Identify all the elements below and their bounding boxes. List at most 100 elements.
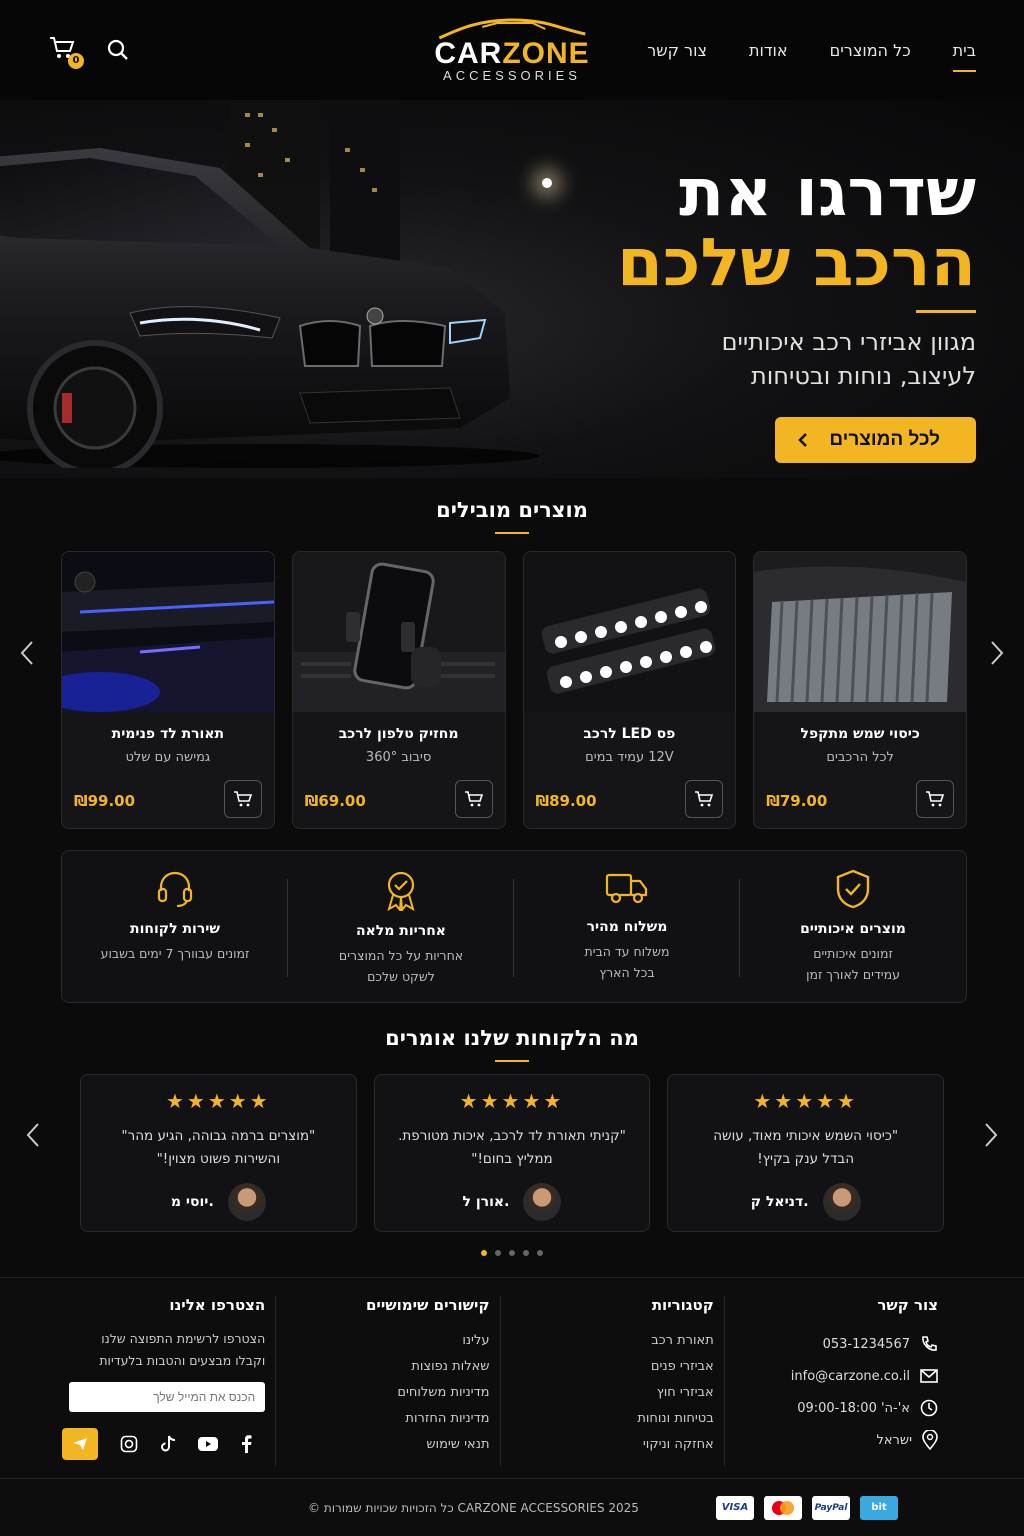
product-card[interactable]: כיסוי שמש מתקפל לכל הרכבים ₪79.00	[753, 551, 967, 829]
footer-link[interactable]: מדיניות משלוחים	[286, 1380, 489, 1406]
product-card[interactable]: מחזיק טלפון לרכב סיבוב 360° ₪69.00	[291, 551, 506, 829]
product-image-led-bar	[523, 552, 736, 712]
hero-subtitle-line1: מגוון אביזרי רכב איכותיים	[721, 328, 976, 356]
footer-useful-links: קישורים שימושיים עלינו שאלות נפוצות מדינ…	[276, 1296, 501, 1466]
phone-icon	[922, 1336, 937, 1351]
mastercard-logo-icon	[764, 1495, 802, 1520]
facebook-icon[interactable]	[240, 1435, 252, 1453]
header-tools: 0	[48, 35, 130, 69]
carousel-dots	[0, 1250, 1024, 1256]
cart-button[interactable]: 0	[48, 35, 84, 69]
feature-item: משלוח מהיר משלוח עד הבית בכל הארץ	[514, 851, 740, 1002]
chevron-left-icon	[26, 1123, 39, 1147]
cart-icon	[464, 791, 483, 807]
nav-contact[interactable]: צור קשר	[647, 41, 707, 72]
testimonial-card: ★★★★★ "כיסוי השמש איכותי מאוד, עושה הבדל …	[667, 1074, 944, 1232]
cart-icon	[695, 791, 714, 807]
product-name[interactable]: מחזיק טלפון לרכב	[293, 726, 505, 742]
add-to-cart-button[interactable]	[916, 780, 954, 818]
clock-icon	[920, 1399, 938, 1417]
footer-link[interactable]: תאורת רכב	[511, 1328, 714, 1354]
product-subtitle: גמישה עם שלט	[125, 750, 211, 765]
cart-icon	[926, 791, 945, 807]
avatar	[523, 1183, 562, 1221]
testimonial-card: ★★★★★ "מוצרים ברמה גבוהה, הגיע מהר" והשיר…	[79, 1074, 357, 1232]
main-nav: בית כל המוצרים אודות צור קשר	[647, 29, 977, 72]
site-footer: צור קשר 053-1234567 info@carzone.co.il א…	[0, 1277, 1024, 1536]
tiktok-icon[interactable]	[160, 1435, 176, 1453]
nav-home[interactable]: בית	[952, 41, 977, 72]
hero-subtitle-line2: לעיצוב, נוחות ובטיחות	[750, 362, 976, 390]
footer-link[interactable]: שאלות נפוצות	[286, 1354, 489, 1380]
contact-location: ישראל	[735, 1424, 938, 1456]
product-subtitle: לכל הרכבים	[826, 750, 894, 765]
product-name[interactable]: פס LED לרכב	[524, 726, 736, 742]
product-name[interactable]: כיסוי שמש מתקפל	[754, 726, 966, 742]
cart-icon	[233, 791, 252, 807]
footer-link[interactable]: אביזרי חוץ	[511, 1380, 714, 1406]
instagram-icon[interactable]	[120, 1435, 138, 1453]
testimonial-author: אורן ל.	[375, 1183, 650, 1221]
newsletter-email-input[interactable]	[69, 1382, 266, 1412]
paypal-logo-icon: PayPal	[812, 1495, 850, 1520]
carousel-dot[interactable]	[509, 1250, 515, 1256]
location-pin-icon	[922, 1430, 938, 1450]
carousel-dot[interactable]	[523, 1250, 529, 1256]
all-products-cta-button[interactable]: לכל המוצרים	[775, 417, 976, 463]
visa-logo-icon: VISA	[716, 1495, 754, 1520]
carousel-dot[interactable]	[495, 1250, 501, 1256]
testimonials-next-button[interactable]	[976, 1115, 1006, 1155]
avatar	[227, 1183, 266, 1221]
carousel-prev-button[interactable]	[12, 633, 42, 673]
product-card[interactable]: תאורת לד פנימית גמישה עם שלט ₪99.00	[61, 551, 275, 829]
carousel-next-button[interactable]	[982, 633, 1012, 673]
star-rating: ★★★★★	[753, 1089, 858, 1113]
nav-all-products[interactable]: כל המוצרים	[830, 41, 911, 72]
product-name[interactable]: תאורת לד פנימית	[62, 726, 274, 742]
search-icon[interactable]	[106, 38, 130, 62]
testimonials-list: ★★★★★ "כיסוי השמש איכותי מאוד, עושה הבדל …	[79, 1074, 944, 1232]
testimonials-prev-button[interactable]	[18, 1115, 48, 1155]
footer-link[interactable]: תנאי שימוש	[286, 1432, 489, 1458]
site-logo[interactable]: CARZONE ACCESSORIES	[434, 18, 589, 83]
newsletter-submit-button[interactable]	[62, 1428, 98, 1460]
footer-link[interactable]: אחזקה וניקוי	[511, 1432, 714, 1458]
product-price: ₪79.00	[766, 792, 828, 810]
hero-divider	[916, 310, 976, 313]
hero-banner: שדרגו את הרכב שלכם מגוון אביזרי רכב איכו…	[0, 88, 1024, 478]
footer-contact-title: צור קשר	[877, 1296, 938, 1314]
youtube-icon[interactable]	[198, 1437, 218, 1451]
product-card[interactable]: פס LED לרכב 12V עמיד במים ₪89.00	[522, 551, 737, 829]
feature-item: שירות לקוחות זמונים עבוורך 7 ימים בשבוע	[62, 851, 288, 1002]
carousel-dot[interactable]	[481, 1250, 487, 1256]
feature-title: שירות לקוחות	[130, 921, 220, 937]
hero-title-line1: שדרגו את	[679, 154, 976, 231]
featured-title: מוצרים מובילים	[0, 498, 1024, 534]
add-to-cart-button[interactable]	[685, 780, 724, 818]
contact-email[interactable]: info@carzone.co.il	[735, 1360, 938, 1392]
footer-link[interactable]: מדיניות החזרות	[286, 1406, 489, 1432]
footer-categories: קטגוריות תאורת רכב אביזרי פנים אביזרי חו…	[501, 1296, 725, 1466]
testimonials-title: מה הלקוחות שלנו אומרים	[0, 1026, 1024, 1062]
bit-logo-icon: bit	[860, 1495, 898, 1520]
feature-text: זמונים איכותיים עמידים לאורך זמן	[806, 946, 900, 982]
feature-item: מוצרים איכותיים זמונים איכותיים עמידים לא…	[740, 851, 966, 1002]
social-links	[62, 1428, 265, 1460]
footer-link[interactable]: בטיחות ונוחות	[511, 1406, 713, 1432]
cta-label: לכל המוצרים	[829, 429, 940, 450]
carousel-dot[interactable]	[537, 1250, 543, 1256]
shield-check-icon	[836, 869, 870, 909]
nav-about[interactable]: אודות	[749, 41, 788, 72]
feature-title: משלוח מהיר	[586, 919, 668, 935]
add-to-cart-button[interactable]	[223, 780, 262, 818]
mail-icon	[920, 1369, 938, 1383]
newsletter-text: הצטרפו לרשימת התפוצה שלנו וקבלו מבצעים וה…	[99, 1331, 266, 1368]
add-to-cart-button[interactable]	[454, 780, 493, 818]
testimonial-quote: "קניתי תאורת לד לרכב, איכות מטורפת. ממליץ…	[398, 1128, 626, 1167]
star-rating: ★★★★★	[459, 1089, 565, 1113]
testimonial-card: ★★★★★ "קניתי תאורת לד לרכב, איכות מטורפת…	[373, 1074, 651, 1232]
footer-link[interactable]: אביזרי פנים	[511, 1354, 714, 1380]
footer-link[interactable]: עלינו	[286, 1328, 489, 1354]
contact-phone[interactable]: 053-1234567	[735, 1328, 938, 1360]
contact-hours: א'-ה' 09:00-18:00	[735, 1392, 938, 1424]
